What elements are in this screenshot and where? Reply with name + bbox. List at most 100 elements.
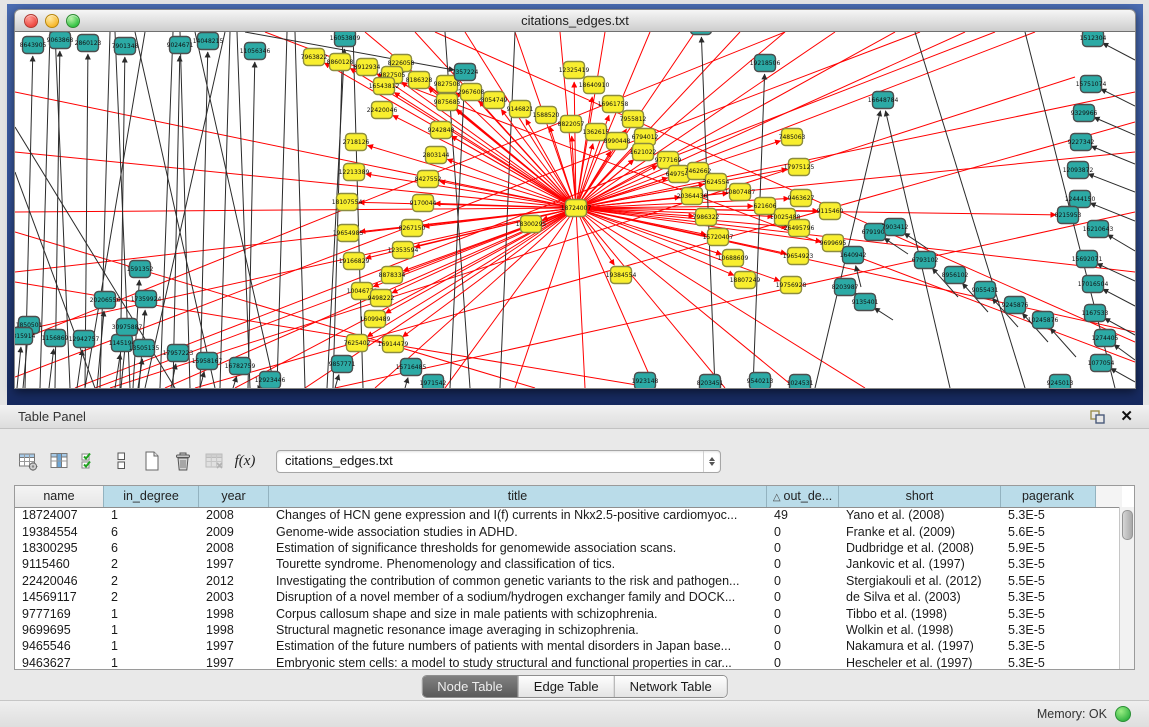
graph-node[interactable]: 8822057 xyxy=(558,116,585,133)
table-row[interactable]: 946362711997Embryonic stem cells: a mode… xyxy=(15,655,1120,669)
graph-node[interactable]: 9115460 xyxy=(817,203,844,220)
graph-node[interactable]: 9857771 xyxy=(329,356,356,373)
graph-node[interactable]: 17016504 xyxy=(1078,276,1109,293)
graph-node[interactable]: 17957223 xyxy=(163,345,194,362)
graph-node[interactable]: 15720407 xyxy=(703,229,734,246)
graph-node[interactable]: 22420046 xyxy=(367,102,398,119)
graph-node[interactable]: 19166829 xyxy=(339,253,370,270)
graph-node[interactable]: 18300295 xyxy=(516,216,547,233)
graph-node[interactable]: 17975125 xyxy=(784,159,815,176)
column-header-pagerank[interactable]: pagerank xyxy=(1001,486,1096,507)
graph-node[interactable]: 1971542 xyxy=(420,375,447,389)
network-graph[interactable]: 7963822886012889129348226058982750516543… xyxy=(15,32,1135,388)
graph-node[interactable]: 8912934 xyxy=(354,59,381,76)
table-row[interactable]: 2242004622012Investigating the contribut… xyxy=(15,573,1120,589)
zoom-window-button[interactable] xyxy=(66,14,80,28)
graph-node[interactable]: 8054749 xyxy=(481,92,508,109)
graph-node[interactable]: 15751074 xyxy=(1076,76,1107,93)
graph-node[interactable]: 8203987 xyxy=(832,279,859,296)
graph-node[interactable]: 20206556 xyxy=(90,292,121,309)
graph-node[interactable]: 7903412 xyxy=(882,219,909,236)
graph-node[interactable]: 18807249 xyxy=(730,272,761,289)
table-row[interactable]: 977716911998Corpus callosum shape and si… xyxy=(15,605,1120,621)
graph-node[interactable]: 19654985 xyxy=(333,225,364,242)
graph-node[interactable]: 16099489 xyxy=(360,311,391,328)
graph-node[interactable]: 12325419 xyxy=(559,62,590,79)
graph-node[interactable]: 30975887 xyxy=(112,319,143,336)
select-rows-button[interactable] xyxy=(78,449,102,473)
graph-node[interactable]: 16782759 xyxy=(225,358,256,375)
float-panel-icon[interactable] xyxy=(1089,409,1106,424)
table-row[interactable]: 1938455462009Genome-wide association stu… xyxy=(15,523,1120,539)
graph-node[interactable]: 7986322 xyxy=(693,209,720,226)
graph-node[interactable]: 1512304 xyxy=(1080,32,1107,47)
close-panel-icon[interactable]: ✕ xyxy=(1120,409,1133,424)
graph-node[interactable]: 12213389 xyxy=(339,164,370,181)
column-header-year[interactable]: year xyxy=(199,486,269,507)
edit-cells-button[interactable] xyxy=(109,449,133,473)
graph-node[interactable]: 9245876 xyxy=(1002,297,1029,314)
table-row[interactable]: 946554611997Estimation of the future num… xyxy=(15,638,1120,654)
tab-edge-table[interactable]: Edge Table xyxy=(518,676,614,697)
graph-node[interactable]: 9540213 xyxy=(747,373,774,389)
graph-node[interactable]: 8215953 xyxy=(1055,207,1082,224)
graph-node[interactable]: 9242848 xyxy=(428,122,455,139)
table-settings-button[interactable] xyxy=(16,449,40,473)
graph-node[interactable]: 8186328 xyxy=(406,72,433,89)
graph-node[interactable]: 26495796 xyxy=(784,220,815,237)
column-header-out_de[interactable]: △out_de... xyxy=(767,486,839,507)
graph-node[interactable]: 621606 xyxy=(754,198,777,215)
graph-node[interactable]: 16914479 xyxy=(378,336,409,353)
graph-node[interactable]: 8956102 xyxy=(942,267,969,284)
graph-node[interactable]: 14048215 xyxy=(193,33,224,50)
graph-node[interactable]: 16648784 xyxy=(868,92,899,109)
graph-node[interactable]: 9170044 xyxy=(410,195,437,212)
graph-node[interactable]: 9055431 xyxy=(972,282,999,299)
graph-node[interactable]: 3315914 xyxy=(15,328,36,345)
graph-node[interactable]: 10688609 xyxy=(718,250,749,267)
column-header-in_degree[interactable]: in_degree xyxy=(104,486,199,507)
graph-node[interactable]: 8427552 xyxy=(415,171,442,188)
graph-node[interactable]: 19384554 xyxy=(606,267,637,284)
graph-node[interactable]: 9135401 xyxy=(852,294,879,311)
graph-node[interactable]: 1077054 xyxy=(1088,355,1115,372)
graph-node[interactable]: 16961758 xyxy=(598,96,629,113)
table-selector-dropdown[interactable]: citations_edges.txt xyxy=(276,450,721,473)
graph-node[interactable]: 2803144 xyxy=(423,147,450,164)
graph-node[interactable]: 7485063 xyxy=(779,129,806,146)
graph-node[interactable]: 9024671 xyxy=(167,37,194,54)
graph-node[interactable]: 1588520 xyxy=(533,107,560,124)
graph-node[interactable]: 9463627 xyxy=(788,190,815,207)
table-row[interactable]: 1830029562008Estimation of significance … xyxy=(15,540,1120,556)
table-row[interactable]: 1872400712008Changes of HCN gene express… xyxy=(15,507,1120,523)
graph-node[interactable]: 6793102 xyxy=(912,252,939,269)
close-window-button[interactable] xyxy=(24,14,38,28)
graph-node[interactable]: 13505135 xyxy=(129,340,160,357)
graph-node[interactable]: 7963822 xyxy=(301,49,328,66)
graph-node[interactable]: 18724007 xyxy=(561,200,592,217)
graph-node[interactable]: 8860128 xyxy=(327,54,354,71)
graph-node[interactable]: 8878334 xyxy=(379,267,406,284)
destroy-table-button[interactable] xyxy=(202,449,226,473)
graph-node[interactable]: 8990448 xyxy=(604,133,631,150)
graph-node[interactable]: 1923148 xyxy=(632,373,659,389)
network-window[interactable]: citations_edges.txt 79638228860128891293… xyxy=(14,9,1136,389)
minimize-window-button[interactable] xyxy=(45,14,59,28)
graph-node[interactable]: 12942757 xyxy=(69,331,100,348)
graph-node[interactable]: 16210643 xyxy=(1083,221,1114,238)
graph-node[interactable]: 9063868 xyxy=(47,32,74,49)
graph-node[interactable]: 11056346 xyxy=(240,43,271,60)
graph-node[interactable]: 8267150 xyxy=(399,220,426,237)
new-table-button[interactable] xyxy=(140,449,164,473)
graph-node[interactable]: 12923446 xyxy=(255,372,286,389)
network-window-titlebar[interactable]: citations_edges.txt xyxy=(14,9,1136,32)
delete-column-button[interactable] xyxy=(171,449,195,473)
table-row[interactable]: 911546021997Tourette syndrome. Phenomeno… xyxy=(15,556,1120,572)
graph-node[interactable]: 19654923 xyxy=(783,248,814,265)
graph-node[interactable]: 15692071 xyxy=(1072,251,1103,268)
graph-node[interactable]: 9875685 xyxy=(434,94,461,111)
column-header-short[interactable]: short xyxy=(839,486,1001,507)
graph-node[interactable]: 10245876 xyxy=(1028,312,1059,329)
graph-node[interactable]: 15716485 xyxy=(396,359,427,376)
tab-node-table[interactable]: Node Table xyxy=(422,676,518,697)
